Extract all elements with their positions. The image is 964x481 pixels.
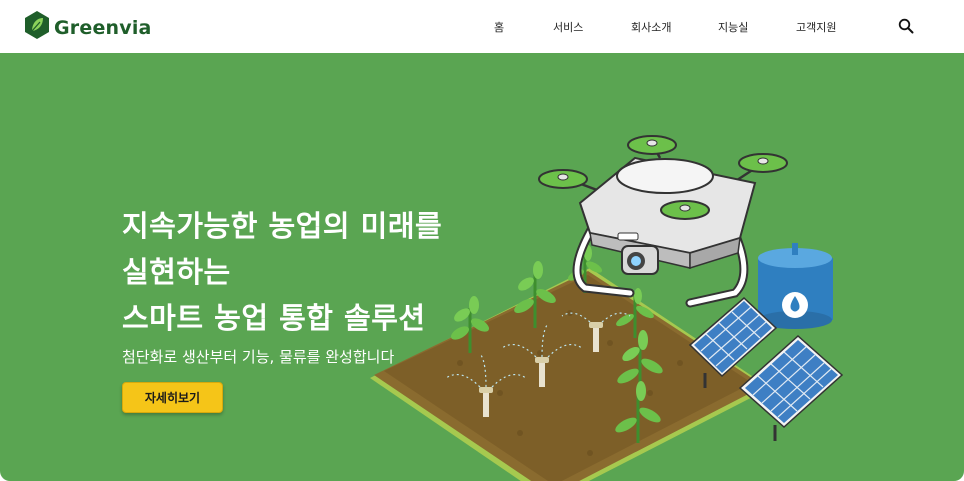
site-header: Greenvia 홈 서비스 회사소개 지능실 고객지원 xyxy=(0,0,964,53)
hero-title-line: 지속가능한 농업의 미래를 xyxy=(122,209,443,243)
hero-subtitle: 첨단화로 생산부터 기능, 물류를 완성합니다 xyxy=(122,348,395,366)
nav-home[interactable]: 홈 xyxy=(494,19,504,35)
nav-services[interactable]: 서비스 xyxy=(553,19,583,35)
logo[interactable]: Greenvia xyxy=(24,10,152,45)
water-tank-icon xyxy=(758,243,833,329)
hero-title: 지속가능한 농업의 미래를 실현하는 스마트 농업 통합 솔루션 xyxy=(122,203,442,341)
leaf-hexagon-icon xyxy=(24,10,50,45)
drone-icon xyxy=(538,135,788,308)
brand-name: Greenvia xyxy=(54,16,152,39)
nav-about[interactable]: 회사소개 xyxy=(631,19,671,35)
details-button[interactable]: 자세히보기 xyxy=(122,382,223,413)
hero-title-line: 스마트 농업 통합 솔루션 xyxy=(122,301,426,335)
search-icon[interactable] xyxy=(898,18,914,39)
hero-banner: 지속가능한 농업의 미래를 실현하는 스마트 농업 통합 솔루션 첨단화로 생산… xyxy=(0,53,964,481)
hero-title-line: 실현하는 xyxy=(122,255,231,289)
nav-lab[interactable]: 지능실 xyxy=(718,19,748,35)
smart-farm-illustration xyxy=(370,135,844,481)
nav-support[interactable]: 고객지원 xyxy=(796,19,836,35)
